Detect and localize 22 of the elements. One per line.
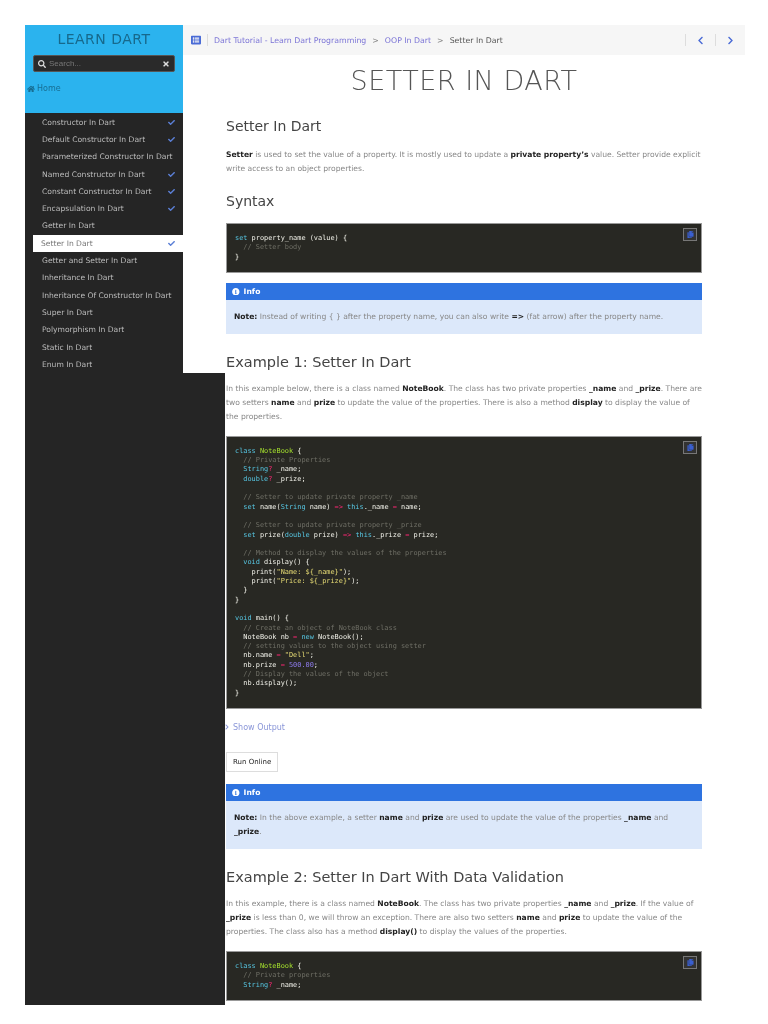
search-icon — [38, 59, 46, 68]
section-heading: Example 2: Setter In Dart With Data Validation — [226, 868, 565, 885]
menu-icon[interactable] — [191, 35, 201, 45]
copy-icon — [686, 443, 694, 451]
copy-icon — [686, 958, 694, 966]
copy-button[interactable] — [683, 955, 697, 969]
chevron-right-icon — [726, 35, 735, 45]
close-icon[interactable] — [162, 59, 170, 68]
section-heading: Setter In Dart — [226, 118, 323, 134]
copy-button[interactable] — [683, 440, 697, 454]
copy-button[interactable] — [683, 228, 697, 241]
chevron-left-icon — [696, 35, 705, 45]
info-icon — [232, 287, 240, 296]
info-icon — [232, 788, 240, 797]
home-icon — [27, 84, 35, 93]
caret-icon — [225, 724, 230, 731]
copy-icon — [686, 231, 694, 238]
section-heading: Example 1: Setter In Dart — [226, 353, 412, 370]
search-input[interactable]: Search... — [49, 59, 159, 68]
page-title: SETTER IN DART — [349, 65, 579, 96]
section-heading: Syntax — [226, 193, 276, 209]
search-bar[interactable]: Search... — [33, 55, 175, 72]
